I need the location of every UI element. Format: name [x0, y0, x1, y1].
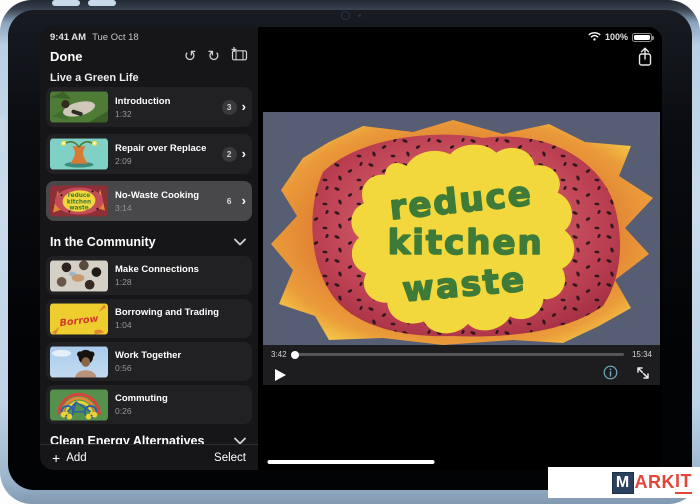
row-title: Borrowing and Trading	[115, 307, 219, 318]
video-row-work-together[interactable]: Work Together 0:56	[46, 342, 252, 381]
info-button[interactable]	[603, 365, 618, 385]
row-duration: 0:26	[115, 406, 168, 416]
seek-thumb[interactable]	[291, 351, 299, 359]
info-icon	[603, 365, 618, 380]
row-title: Repair over Replace	[115, 143, 206, 154]
watermark: M ARK IT	[548, 467, 700, 498]
redo-icon[interactable]: ↻	[207, 49, 220, 64]
screen: 9:41 AM Tue Oct 18 100% Done ↺ ↻	[40, 27, 662, 470]
wifi-icon	[588, 28, 601, 46]
thumbnail-borrowing-and-trading: Borrow	[50, 303, 108, 335]
row-badge: 6	[222, 194, 237, 209]
row-duration: 1:32	[115, 109, 170, 119]
volume-down-button	[88, 0, 116, 6]
chevron-right-icon: ›	[242, 194, 246, 209]
video-row-no-waste-cooking[interactable]: reducekitchenwaste No-Waste Cooking 3:14…	[46, 181, 252, 221]
row-duration: 1:04	[115, 320, 219, 330]
front-camera	[341, 11, 350, 20]
plus-icon: +	[52, 451, 60, 465]
volume-up-button	[52, 0, 80, 6]
play-button[interactable]	[275, 369, 286, 381]
row-duration: 3:14	[115, 203, 199, 213]
battery-percent: 100%	[605, 32, 628, 42]
thumbnail-introduction	[50, 91, 108, 123]
sidebar-footer: + Add Select	[40, 444, 258, 470]
fullscreen-icon	[636, 366, 650, 380]
video-row-borrowing-and-trading[interactable]: Borrow Borrowing and Trading 1:04	[46, 299, 252, 338]
total-time: 15:34	[632, 350, 652, 359]
row-badge: 3	[222, 100, 237, 115]
watermark-m-logo: M	[612, 472, 634, 494]
thumbnail-no-waste-cooking: reducekitchenwaste	[50, 185, 108, 217]
status-bar: 9:41 AM Tue Oct 18 100%	[40, 27, 662, 43]
status-time: 9:41 AM	[50, 32, 86, 43]
current-time: 3:42	[271, 350, 287, 359]
row-title: No-Waste Cooking	[115, 190, 199, 201]
player-controls: 3:42 15:34	[263, 345, 660, 385]
main-area: reduce kitchen waste 3:42 15:34	[258, 27, 662, 470]
select-button[interactable]: Select	[214, 452, 246, 464]
thumbnail-repair-over-replace	[50, 138, 108, 170]
add-clip-icon[interactable]	[231, 46, 248, 66]
row-title: Introduction	[115, 96, 170, 107]
row-title: Commuting	[115, 393, 168, 404]
video-row-repair-over-replace[interactable]: Repair over Replace 2:09 2 ›	[46, 134, 252, 174]
thumbnail-commuting	[50, 389, 108, 421]
done-button[interactable]: Done	[50, 49, 83, 64]
thumbnail-work-together	[50, 346, 108, 378]
add-button[interactable]: + Add	[52, 451, 87, 465]
chevron-right-icon: ›	[242, 147, 246, 162]
sidebar-toolbar: Done ↺ ↻	[46, 43, 252, 69]
sidebar: Done ↺ ↻ Live a Green Life Introduction	[40, 27, 258, 470]
chevron-right-icon: ›	[242, 100, 246, 115]
status-date: Tue Oct 18	[92, 32, 139, 43]
section-header-in-the-community[interactable]: In the Community	[46, 228, 252, 256]
row-duration: 2:09	[115, 156, 206, 166]
thumbnail-make-connections	[50, 260, 108, 292]
video-row-introduction[interactable]: Introduction 1:32 3 ›	[46, 87, 252, 127]
svg-text:kitchen: kitchen	[67, 199, 91, 205]
video-title-line2: kitchen	[388, 223, 544, 263]
screenshot: 9:41 AM Tue Oct 18 100% Done ↺ ↻	[0, 0, 700, 504]
share-button[interactable]	[636, 47, 654, 67]
video-row-commuting[interactable]: Commuting 0:26	[46, 385, 252, 424]
video-frame[interactable]: reduce kitchen waste	[263, 112, 660, 345]
battery-icon	[632, 33, 652, 42]
camera-sensor-dot	[358, 14, 361, 17]
row-duration: 1:28	[115, 277, 199, 287]
fullscreen-button[interactable]	[636, 366, 650, 385]
row-title: Work Together	[115, 350, 181, 361]
side-button	[0, 116, 5, 152]
share-icon	[636, 47, 654, 67]
section-title-live-a-green-life: Live a Green Life	[46, 69, 252, 87]
watermark-text-underlined: IT	[675, 471, 692, 494]
row-title: Make Connections	[115, 264, 199, 275]
row-badge: 2	[222, 147, 237, 162]
home-indicator[interactable]	[268, 460, 435, 465]
video-row-make-connections[interactable]: Make Connections 1:28	[46, 256, 252, 295]
svg-text:waste: waste	[69, 206, 88, 212]
seek-bar[interactable]	[295, 353, 624, 356]
watermark-text: ARK	[635, 472, 676, 493]
undo-icon[interactable]: ↺	[184, 49, 197, 64]
chevron-down-icon	[234, 233, 246, 251]
svg-text:reduce: reduce	[68, 193, 91, 199]
row-duration: 0:56	[115, 363, 181, 373]
